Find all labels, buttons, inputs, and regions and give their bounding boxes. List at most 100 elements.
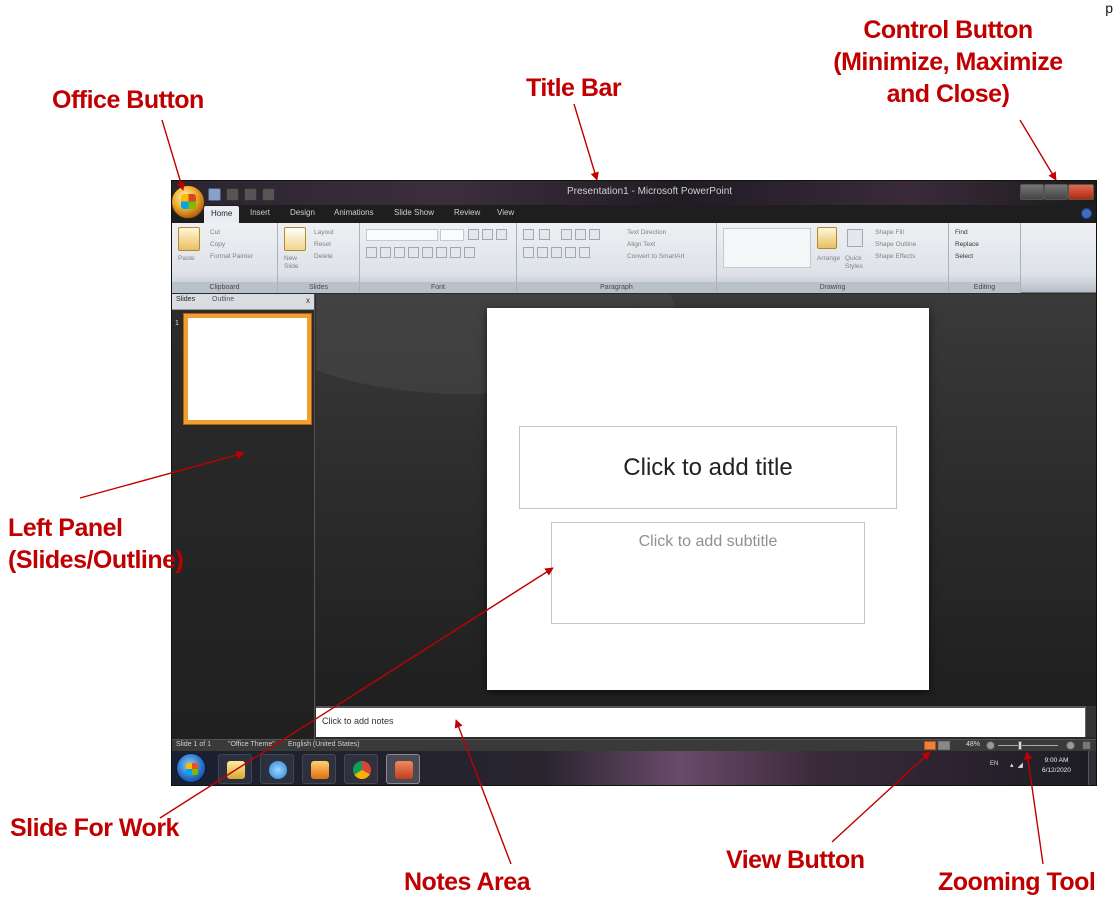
delete-button[interactable]: Delete <box>314 253 333 261</box>
close-panel-icon[interactable]: x <box>306 296 310 305</box>
tab-home[interactable]: Home <box>204 206 240 223</box>
arrange-icon[interactable] <box>817 227 837 249</box>
media-player-button[interactable] <box>302 754 336 784</box>
strikethrough-icon[interactable] <box>408 247 419 258</box>
tray-language[interactable]: EN <box>990 761 998 767</box>
layout-button[interactable]: Layout <box>314 229 334 237</box>
slide-canvas[interactable]: Click to add title Click to add subtitle <box>487 308 929 690</box>
tab-insert[interactable]: Insert <box>250 208 270 217</box>
minimize-button[interactable] <box>1020 184 1044 200</box>
zoom-slider-track[interactable] <box>998 745 1058 746</box>
tab-outline[interactable]: Outline <box>212 296 234 303</box>
control-button-callout-line1: Control Button <box>863 16 1033 44</box>
tray-icons[interactable]: ▴◢ <box>1010 761 1027 769</box>
slide-thumbnail[interactable] <box>184 314 311 424</box>
customize-toolbar-icon[interactable] <box>262 187 275 201</box>
font-name-select[interactable] <box>366 229 438 241</box>
smartart-button[interactable]: Convert to SmartArt <box>627 253 684 261</box>
shadow-icon[interactable] <box>422 247 433 258</box>
chrome-button[interactable] <box>344 754 378 784</box>
reset-button[interactable]: Reset <box>314 241 331 249</box>
align-center-icon[interactable] <box>537 247 548 258</box>
notes-area[interactable]: Click to add notes <box>316 706 1085 737</box>
numbering-icon[interactable] <box>539 229 550 240</box>
show-desktop-button[interactable] <box>1088 751 1096 785</box>
bold-icon[interactable] <box>366 247 377 258</box>
align-text-button[interactable]: Align Text <box>627 241 655 249</box>
zoom-slider-handle[interactable] <box>1018 741 1022 750</box>
office-logo-icon <box>181 194 196 209</box>
shape-outline-button[interactable]: Shape Outline <box>875 241 916 249</box>
office-button[interactable] <box>172 185 205 219</box>
grow-font-icon[interactable] <box>468 229 479 240</box>
control-button-arrow <box>1019 119 1057 181</box>
shapes-gallery[interactable] <box>723 228 811 268</box>
align-right-icon[interactable] <box>551 247 562 258</box>
tab-view[interactable]: View <box>497 208 514 217</box>
quick-styles-icon[interactable] <box>847 229 863 247</box>
help-icon[interactable] <box>1081 208 1092 219</box>
title-bar-callout: Title Bar <box>526 74 622 102</box>
arrange-label: Arrange <box>817 255 841 262</box>
increase-indent-icon[interactable] <box>575 229 586 240</box>
zoom-level[interactable]: 48% <box>966 741 980 748</box>
font-group: Font <box>360 223 517 293</box>
paste-icon[interactable] <box>178 227 200 251</box>
slides-group: New Slide Layout Reset Delete Slides <box>278 223 360 293</box>
zoom-out-icon[interactable] <box>986 741 995 750</box>
shrink-font-icon[interactable] <box>482 229 493 240</box>
format-painter-button[interactable]: Format Painter <box>210 253 253 261</box>
replace-button[interactable]: Replace <box>955 241 979 249</box>
undo-icon[interactable] <box>226 187 239 201</box>
tab-slide-show[interactable]: Slide Show <box>394 208 434 217</box>
tab-design[interactable]: Design <box>290 208 315 217</box>
maximize-button[interactable] <box>1044 184 1068 200</box>
tab-review[interactable]: Review <box>454 208 480 217</box>
character-spacing-icon[interactable] <box>436 247 447 258</box>
title-placeholder[interactable]: Click to add title <box>519 426 897 509</box>
font-size-select[interactable] <box>440 229 464 241</box>
shape-fill-button[interactable]: Shape Fill <box>875 229 904 237</box>
slide-sorter-view-button[interactable] <box>938 741 950 750</box>
windows-taskbar: EN ▴◢ 9:00 AM 6/12/2020 <box>172 751 1096 785</box>
tab-slides[interactable]: Slides <box>176 296 195 303</box>
decrease-indent-icon[interactable] <box>561 229 572 240</box>
text-direction-button[interactable]: Text Direction <box>627 229 666 237</box>
vertical-scrollbar[interactable] <box>1085 706 1096 737</box>
subtitle-placeholder[interactable]: Click to add subtitle <box>551 522 865 624</box>
start-button[interactable] <box>176 753 206 783</box>
drawing-group: Arrange Quick Styles Shape Fill Shape Ou… <box>717 223 949 293</box>
columns-icon[interactable] <box>579 247 590 258</box>
save-icon[interactable] <box>208 187 221 201</box>
system-clock[interactable]: 9:00 AM 6/12/2020 <box>1042 756 1071 776</box>
tab-animations[interactable]: Animations <box>334 208 374 217</box>
view-button-callout: View Button <box>726 846 865 874</box>
underline-icon[interactable] <box>394 247 405 258</box>
shape-effects-button[interactable]: Shape Effects <box>875 253 915 261</box>
file-explorer-button[interactable] <box>218 754 252 784</box>
new-slide-icon[interactable] <box>284 227 306 251</box>
align-left-icon[interactable] <box>523 247 534 258</box>
font-color-icon[interactable] <box>464 247 475 258</box>
language-indicator[interactable]: English (United States) <box>288 741 360 748</box>
powerpoint-taskbar-button[interactable] <box>386 754 420 784</box>
italic-icon[interactable] <box>380 247 391 258</box>
change-case-icon[interactable] <box>450 247 461 258</box>
line-spacing-icon[interactable] <box>589 229 600 240</box>
fit-to-window-icon[interactable] <box>1082 741 1091 750</box>
internet-explorer-button[interactable] <box>260 754 294 784</box>
bullets-icon[interactable] <box>523 229 534 240</box>
clock-date: 6/12/2020 <box>1042 767 1071 774</box>
copy-button[interactable]: Copy <box>210 241 225 249</box>
redo-icon[interactable] <box>244 187 257 201</box>
find-button[interactable]: Find <box>955 229 968 237</box>
clear-formatting-icon[interactable] <box>496 229 507 240</box>
normal-view-button[interactable] <box>924 741 936 750</box>
zoom-in-icon[interactable] <box>1066 741 1075 750</box>
thumbnail-number: 1 <box>175 320 179 327</box>
close-button[interactable] <box>1068 184 1094 200</box>
cut-button[interactable]: Cut <box>210 229 220 237</box>
select-button[interactable]: Select <box>955 253 973 261</box>
editing-group: Find Replace Select Editing <box>949 223 1021 293</box>
justify-icon[interactable] <box>565 247 576 258</box>
